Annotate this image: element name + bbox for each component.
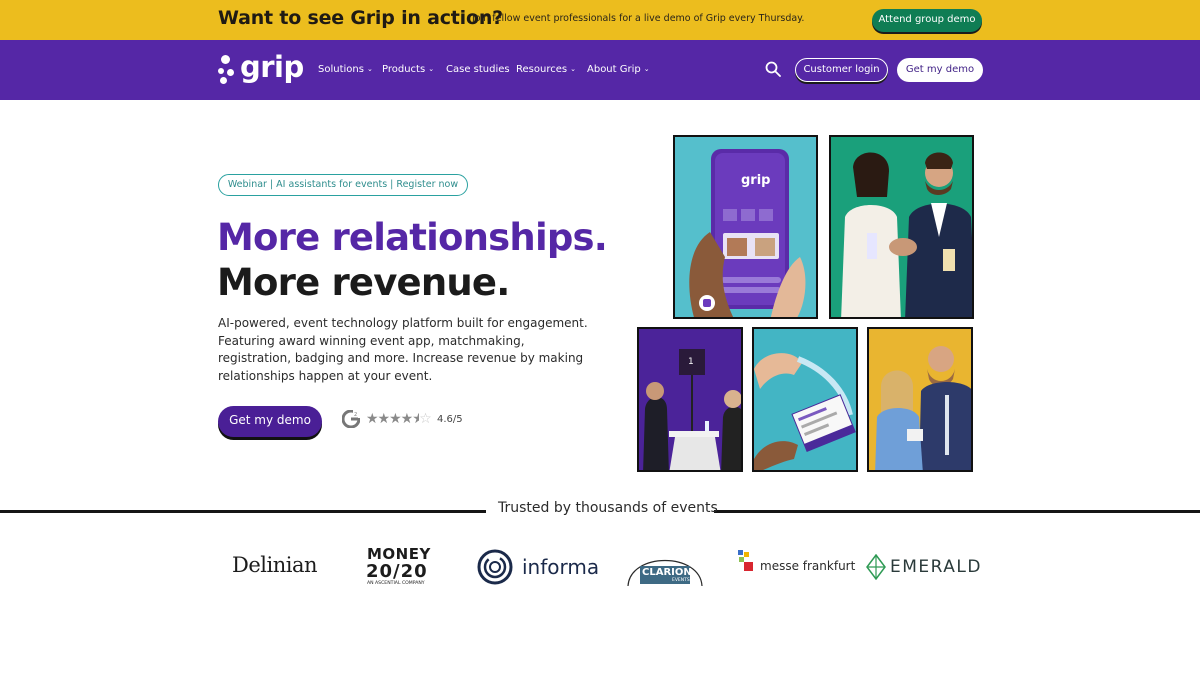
messe-frankfurt-logo: messe frankfurt	[736, 548, 856, 576]
attendees-image	[867, 327, 973, 472]
rating-value: 4.6/5	[437, 414, 463, 425]
clarion-sub: EVENTS	[672, 578, 690, 583]
svg-text:2: 2	[354, 412, 357, 418]
webinar-pill-link[interactable]: Webinar | AI assistants for events | Reg…	[218, 174, 468, 196]
chevron-down-icon: ⌄	[570, 65, 576, 73]
messe-text: messe frankfurt	[760, 559, 856, 573]
attend-demo-button[interactable]: Attend group demo	[872, 9, 982, 32]
chevron-down-icon: ⌄	[366, 65, 373, 73]
clarion-arc-icon	[627, 559, 703, 587]
messe-mark-icon	[738, 550, 753, 571]
clarion-text: CLARION	[642, 567, 692, 578]
event-booth-image: 1	[637, 327, 743, 472]
grip-logo[interactable]: grip	[218, 50, 304, 88]
nav-about-label: About Grip	[587, 64, 641, 75]
chevron-down-icon: ⌄	[428, 65, 435, 73]
nav-solutions[interactable]: Solutions ⌄	[318, 64, 373, 75]
badge-handoff-image	[752, 327, 858, 472]
nav-resources-label: Resources	[516, 64, 568, 75]
phone-app-image: grip	[673, 135, 818, 319]
divider-left	[0, 510, 486, 513]
rating-stars: ★★★★★☆	[366, 411, 432, 427]
handshake-image	[829, 135, 974, 319]
headline-line-1: More relationships.	[217, 216, 608, 259]
delinian-logo: Delinian	[232, 553, 317, 577]
emerald-logo: EMERALD	[866, 554, 986, 582]
nav-products[interactable]: Products ⌄	[382, 64, 434, 75]
grip-logo-text: grip	[240, 50, 304, 84]
clarion-logo: CLARION EVENTS	[626, 542, 704, 588]
money2020-logo: MONEY 20/20 AN ASCENTIAL COMPANY	[366, 545, 446, 589]
promo-title: Want to see Grip in action?	[218, 7, 503, 29]
headline-line-2: More revenue.	[217, 261, 510, 304]
emerald-mark-icon	[866, 554, 886, 580]
promo-text: Join fellow event professionals for a li…	[472, 13, 805, 24]
booth-number: 1	[688, 357, 694, 367]
nav-case-studies[interactable]: Case studies	[446, 64, 510, 75]
nav-resources[interactable]: Resources ⌄	[516, 64, 576, 75]
hero-description: AI-powered, event technology platform bu…	[218, 316, 588, 383]
customer-login-button[interactable]: Customer login	[795, 58, 888, 82]
phone-grip-logo: grip	[741, 173, 771, 188]
informa-logo: informa	[476, 547, 600, 587]
nav-products-label: Products	[382, 64, 426, 75]
nav-case-studies-label: Case studies	[446, 64, 510, 75]
nav-get-demo-button[interactable]: Get my demo	[897, 58, 983, 82]
emerald-text: EMERALD	[890, 557, 982, 577]
nav-solutions-label: Solutions	[318, 64, 364, 75]
money2020-bottom: 20/20	[366, 561, 428, 582]
promo-bar: Want to see Grip in action? Join fellow …	[0, 0, 1200, 40]
g2-logo-icon: 2	[342, 410, 360, 428]
search-icon[interactable]	[765, 61, 781, 77]
money2020-sub: AN ASCENTIAL COMPANY	[367, 581, 425, 586]
chevron-down-icon: ⌄	[643, 65, 650, 73]
informa-text: informa	[522, 555, 600, 579]
nav-about[interactable]: About Grip ⌄	[587, 64, 650, 75]
divider-right	[714, 510, 1200, 513]
trusted-heading: Trusted by thousands of events	[498, 500, 718, 516]
hero-get-demo-button[interactable]: Get my demo	[218, 406, 322, 437]
informa-mark-icon	[477, 549, 513, 585]
